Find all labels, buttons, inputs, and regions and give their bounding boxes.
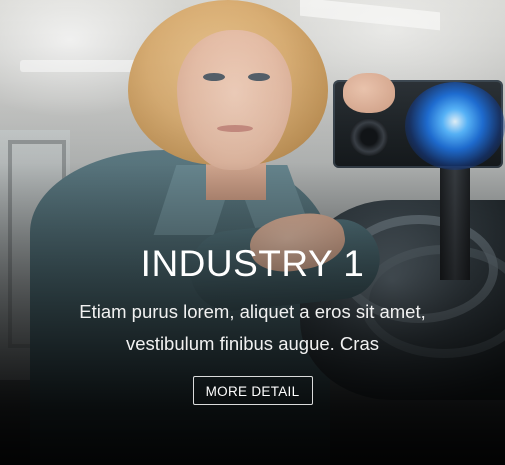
- industry-card[interactable]: INDUSTRY 1 Etiam purus lorem, aliquet a …: [0, 0, 505, 465]
- card-content: INDUSTRY 1 Etiam purus lorem, aliquet a …: [0, 238, 505, 405]
- card-description: Etiam purus lorem, aliquet a eros sit am…: [79, 301, 426, 354]
- more-detail-button[interactable]: MORE DETAIL: [192, 376, 313, 405]
- card-title: INDUSTRY 1: [140, 243, 365, 284]
